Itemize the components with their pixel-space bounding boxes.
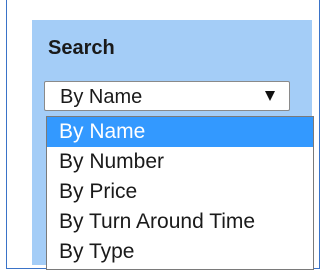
dropdown-option-by-turn-around-time[interactable]: By Turn Around Time [47,207,313,237]
search-type-dropdown: By Name By Number By Price By Turn Aroun… [46,116,314,270]
search-panel-title: Search [48,37,115,59]
dropdown-option-by-name[interactable]: By Name [47,117,313,147]
search-type-selected-value: By Name [60,86,143,108]
caret-down-icon [265,91,275,101]
dropdown-option-by-number[interactable]: By Number [47,147,313,177]
dropdown-option-by-type[interactable]: By Type [47,237,313,267]
dropdown-option-by-price[interactable]: By Price [47,177,313,207]
search-type-select[interactable]: By Name [44,81,290,111]
